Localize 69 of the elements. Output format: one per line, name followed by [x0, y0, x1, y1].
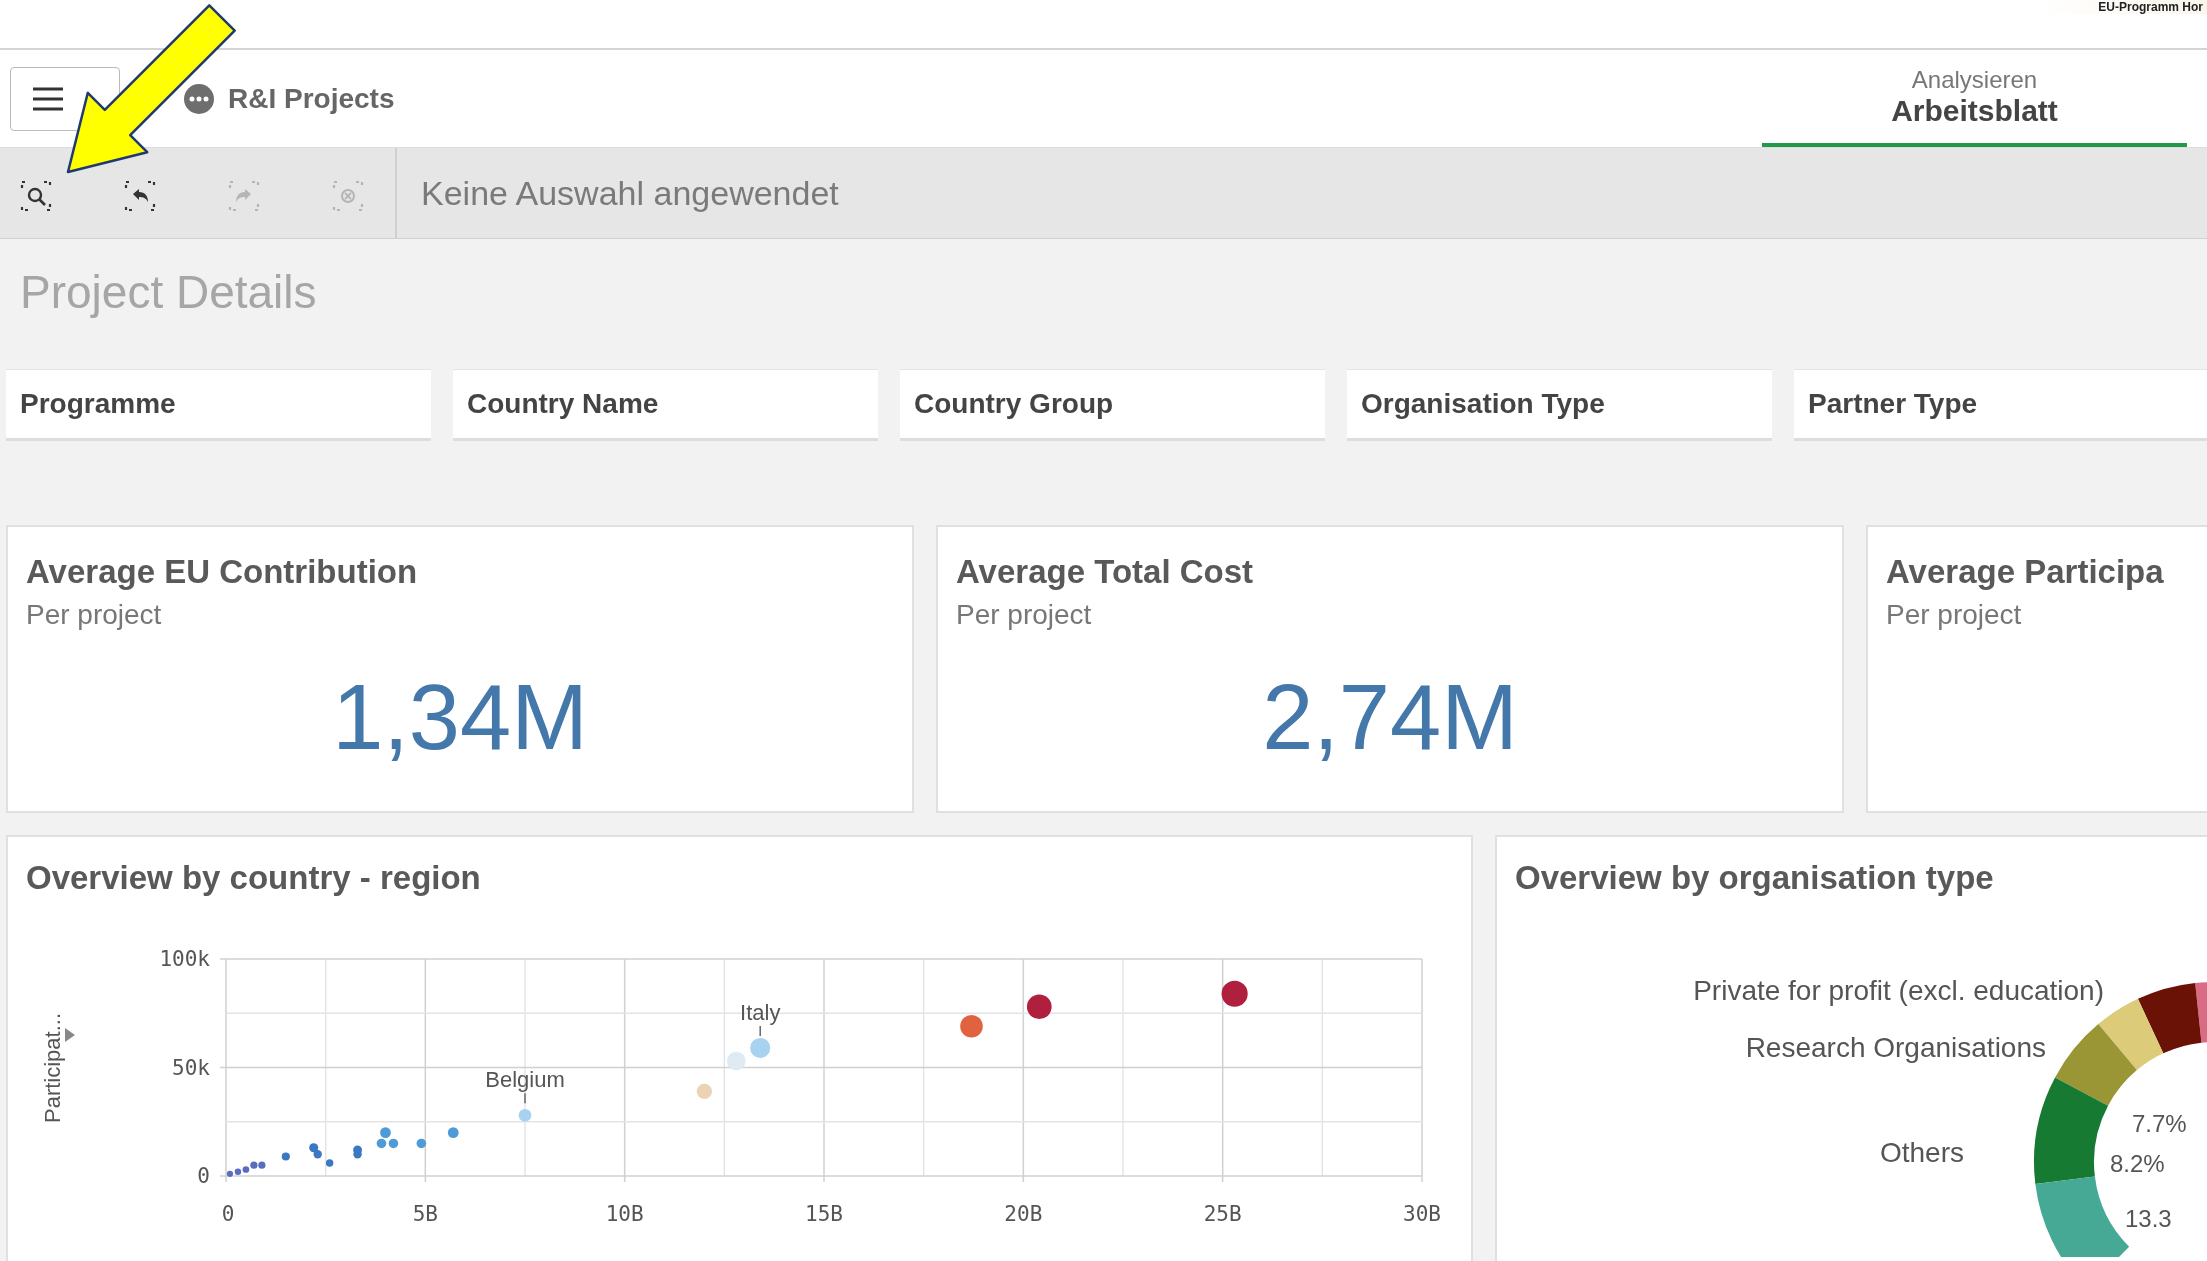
filter-pane[interactable]: Country Name — [453, 369, 878, 441]
percent-label: 8.2% — [2110, 1150, 2165, 1177]
data-point[interactable] — [1221, 980, 1248, 1007]
x-tick-label: 5B — [412, 1202, 438, 1226]
filter-pane[interactable]: Partner Type — [1794, 369, 2207, 441]
x-tick-label: 15B — [805, 1202, 843, 1226]
sheet-title: Project Details — [20, 265, 318, 320]
annotation: Italy — [740, 999, 781, 1025]
data-point[interactable] — [309, 1143, 319, 1153]
category-label: Private for profit (excl. education) — [1693, 975, 2104, 1006]
data-point[interactable] — [380, 1127, 391, 1138]
data-point[interactable] — [281, 1152, 290, 1161]
y-tick-label: 100k — [159, 947, 210, 971]
y-tick-label: 0 — [197, 1164, 210, 1188]
donut-segment[interactable] — [2055, 1024, 2137, 1106]
category-label: Research Organisations — [1745, 1032, 2046, 1063]
back-button[interactable] — [124, 180, 156, 212]
data-point[interactable] — [388, 1138, 399, 1149]
data-point[interactable] — [258, 1161, 266, 1169]
x-tick-label: 25B — [1203, 1202, 1242, 1226]
percent-label: 7.7% — [2132, 1110, 2187, 1137]
filter-pane[interactable]: Programme — [6, 369, 431, 441]
data-point[interactable] — [242, 1166, 250, 1173]
kpi-subtitle: Per project — [26, 599, 163, 631]
selection-status: Keine Auswahl angewendet — [421, 173, 839, 213]
chart-title: Overview by country - region — [26, 859, 482, 897]
data-point[interactable] — [1026, 994, 1052, 1020]
app-title: R&I Projects — [228, 82, 395, 115]
kpi-title: Average Participa — [1886, 553, 2165, 591]
kpi-title: Average EU Contribution — [26, 553, 419, 591]
data-point[interactable] — [226, 1170, 234, 1177]
data-point[interactable] — [250, 1161, 258, 1169]
data-point[interactable] — [960, 1015, 983, 1038]
x-tick-label: 10B — [605, 1202, 644, 1226]
step-forward-icon — [228, 180, 260, 212]
filter-pane[interactable]: Organisation Type — [1347, 369, 1772, 441]
percent-label: 13.3 — [2125, 1205, 2172, 1232]
y-tick-label: 50k — [172, 1055, 210, 1080]
y-axis-label: Participat... — [40, 1013, 65, 1123]
kpi-subtitle: Per project — [1886, 599, 2023, 631]
category-label: Others — [1879, 1137, 1964, 1168]
data-point[interactable] — [353, 1145, 362, 1155]
donut-segment[interactable] — [2137, 983, 2202, 1054]
app-icon — [184, 83, 214, 114]
search-icon — [20, 180, 52, 212]
kpi-title: Average Total Cost — [956, 553, 1255, 591]
kpi-value: 1,34M — [331, 665, 589, 770]
chart-title: Overview by organisation type — [1515, 859, 1995, 897]
point-label: Belgium — [485, 1067, 565, 1104]
filter-pane[interactable]: Country Group — [900, 369, 1325, 441]
menu-icon — [33, 86, 63, 111]
data-point[interactable] — [416, 1138, 427, 1149]
data-point[interactable] — [325, 1159, 334, 1167]
x-tick-label: 20B — [1004, 1202, 1043, 1226]
point-label: Italy — [740, 999, 781, 1037]
data-point[interactable] — [376, 1138, 387, 1149]
kpi-value: 2,74M — [1261, 665, 1519, 770]
x-tick-label: 0 — [221, 1202, 235, 1226]
clear-selections-icon — [332, 180, 364, 212]
search-button[interactable] — [20, 180, 52, 212]
kpi-subtitle: Per project — [956, 599, 1093, 631]
data-point[interactable] — [313, 1150, 322, 1159]
data-point[interactable] — [234, 1168, 242, 1175]
annotation: Belgium — [485, 1067, 565, 1093]
expand-icon[interactable] — [65, 1028, 75, 1042]
x-tick-label: 30B — [1403, 1202, 1441, 1226]
donut-segment[interactable] — [2034, 1077, 2109, 1184]
step-back-icon — [124, 180, 156, 212]
data-point[interactable] — [447, 1127, 459, 1138]
